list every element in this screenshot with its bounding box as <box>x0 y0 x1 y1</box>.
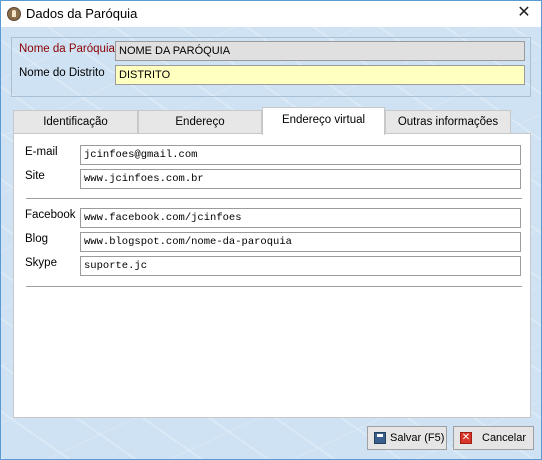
save-button-label: Salvar (F5) <box>390 432 445 444</box>
dialog-window: Dados da Paróquia ✕ Nome da Paróquia NOM… <box>0 0 542 460</box>
tab-endereco[interactable]: Endereço <box>138 110 262 134</box>
district-name-field[interactable]: DISTRITO <box>115 65 525 85</box>
parish-name-field[interactable]: NOME DA PARÓQUIA <box>115 41 525 61</box>
window-title: Dados da Paróquia <box>26 6 138 21</box>
close-icon[interactable]: ✕ <box>507 1 541 27</box>
tab-outras-informacoes[interactable]: Outras informações <box>385 110 511 134</box>
cancel-button[interactable]: ✕ Cancelar <box>453 426 534 450</box>
skype-field[interactable]: suporte.jc <box>80 256 521 276</box>
skype-label: Skype <box>25 257 57 269</box>
tab-identificacao[interactable]: Identificação <box>13 110 138 134</box>
cancel-button-label: Cancelar <box>482 432 527 444</box>
title-bar[interactable]: Dados da Paróquia ✕ <box>1 1 541 27</box>
dialog-body: Nome da Paróquia NOME DA PARÓQUIA Nome d… <box>1 27 541 459</box>
separator-line <box>26 198 522 200</box>
parish-name-label: Nome da Paróquia <box>19 43 115 55</box>
separator-line <box>26 286 522 288</box>
blog-label: Blog <box>25 233 49 245</box>
site-label: Site <box>25 170 45 182</box>
facebook-field[interactable]: www.facebook.com/jcinfoes <box>80 208 521 228</box>
district-name-label: Nome do Distrito <box>19 67 105 79</box>
red-x-icon: ✕ <box>460 432 472 444</box>
blog-field[interactable]: www.blogspot.com/nome-da-paroquia <box>80 232 521 252</box>
email-field[interactable]: jcinfoes@gmail.com <box>80 145 521 165</box>
tab-endereco-virtual[interactable]: Endereço virtual <box>262 107 385 135</box>
save-button[interactable]: Salvar (F5) <box>367 426 447 450</box>
church-icon <box>7 7 21 21</box>
site-field[interactable]: www.jcinfoes.com.br <box>80 169 521 189</box>
floppy-disk-icon <box>374 432 386 444</box>
virtual-address-panel: E-mail jcinfoes@gmail.com Site www.jcinf… <box>13 133 531 418</box>
facebook-label: Facebook <box>25 209 76 221</box>
email-label: E-mail <box>25 146 58 158</box>
